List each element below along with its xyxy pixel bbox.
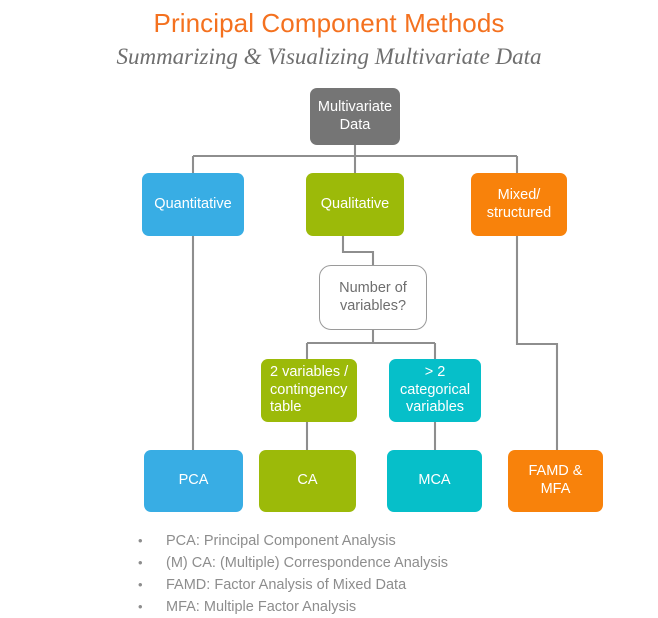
node-label: Quantitative: [154, 195, 232, 212]
node-mca[interactable]: MCA: [387, 450, 482, 512]
node-label: CA: [297, 472, 318, 489]
node-label: Multivariate Data: [317, 98, 393, 133]
bullet-icon: •: [138, 555, 143, 571]
legend-item-label: PCA: Principal Component Analysis: [166, 533, 396, 549]
node-more-than-two-categorical-variables[interactable]: > 2 categorical variables: [389, 359, 481, 422]
node-famd-mfa[interactable]: FAMD & MFA: [508, 450, 603, 512]
node-label: Number of variables?: [339, 279, 407, 314]
legend-item: • PCA: Principal Component Analysis: [138, 530, 568, 552]
node-multivariate-data[interactable]: Multivariate Data: [310, 88, 400, 145]
edge-mixed-to-famd-mfa: [515, 236, 559, 450]
flowchart-diagram: Multivariate Data Quantitative Qualitati…: [0, 0, 658, 609]
node-ca[interactable]: CA: [259, 450, 356, 512]
node-number-of-variables[interactable]: Number of variables?: [319, 265, 427, 330]
legend-item: • FAMD: Factor Analysis of Mixed Data: [138, 574, 568, 596]
bullet-icon: •: [138, 599, 143, 615]
node-label: Mixed/ structured: [486, 186, 552, 221]
bullet-icon: •: [138, 577, 143, 593]
legend: • PCA: Principal Component Analysis • (M…: [138, 530, 568, 618]
node-label: 2 variables / contingency table: [270, 363, 349, 416]
node-mixed-structured[interactable]: Mixed/ structured: [471, 173, 567, 236]
node-qualitative[interactable]: Qualitative: [306, 173, 404, 236]
legend-item-label: MFA: Multiple Factor Analysis: [166, 599, 357, 616]
node-two-variables-contingency-table[interactable]: 2 variables / contingency table: [261, 359, 357, 422]
legend-item: • (M) CA: (Multiple) Correspondence Anal…: [138, 552, 568, 574]
bullet-icon: •: [138, 533, 143, 548]
node-label: > 2 categorical variables: [399, 363, 471, 416]
node-label: MCA: [418, 472, 451, 489]
edge-qualitative-to-decision: [341, 236, 375, 265]
node-label: FAMD & MFA: [528, 463, 583, 497]
legend-item-label: (M) CA: (Multiple) Correspondence Analys…: [166, 555, 449, 572]
legend-item-label: FAMD: Factor Analysis of Mixed Data: [166, 577, 407, 594]
node-label: PCA: [178, 472, 209, 489]
node-label: Qualitative: [320, 195, 390, 212]
legend-item: • MFA: Multiple Factor Analysis: [138, 596, 568, 618]
node-pca[interactable]: PCA: [144, 450, 243, 512]
node-quantitative[interactable]: Quantitative: [142, 173, 244, 236]
